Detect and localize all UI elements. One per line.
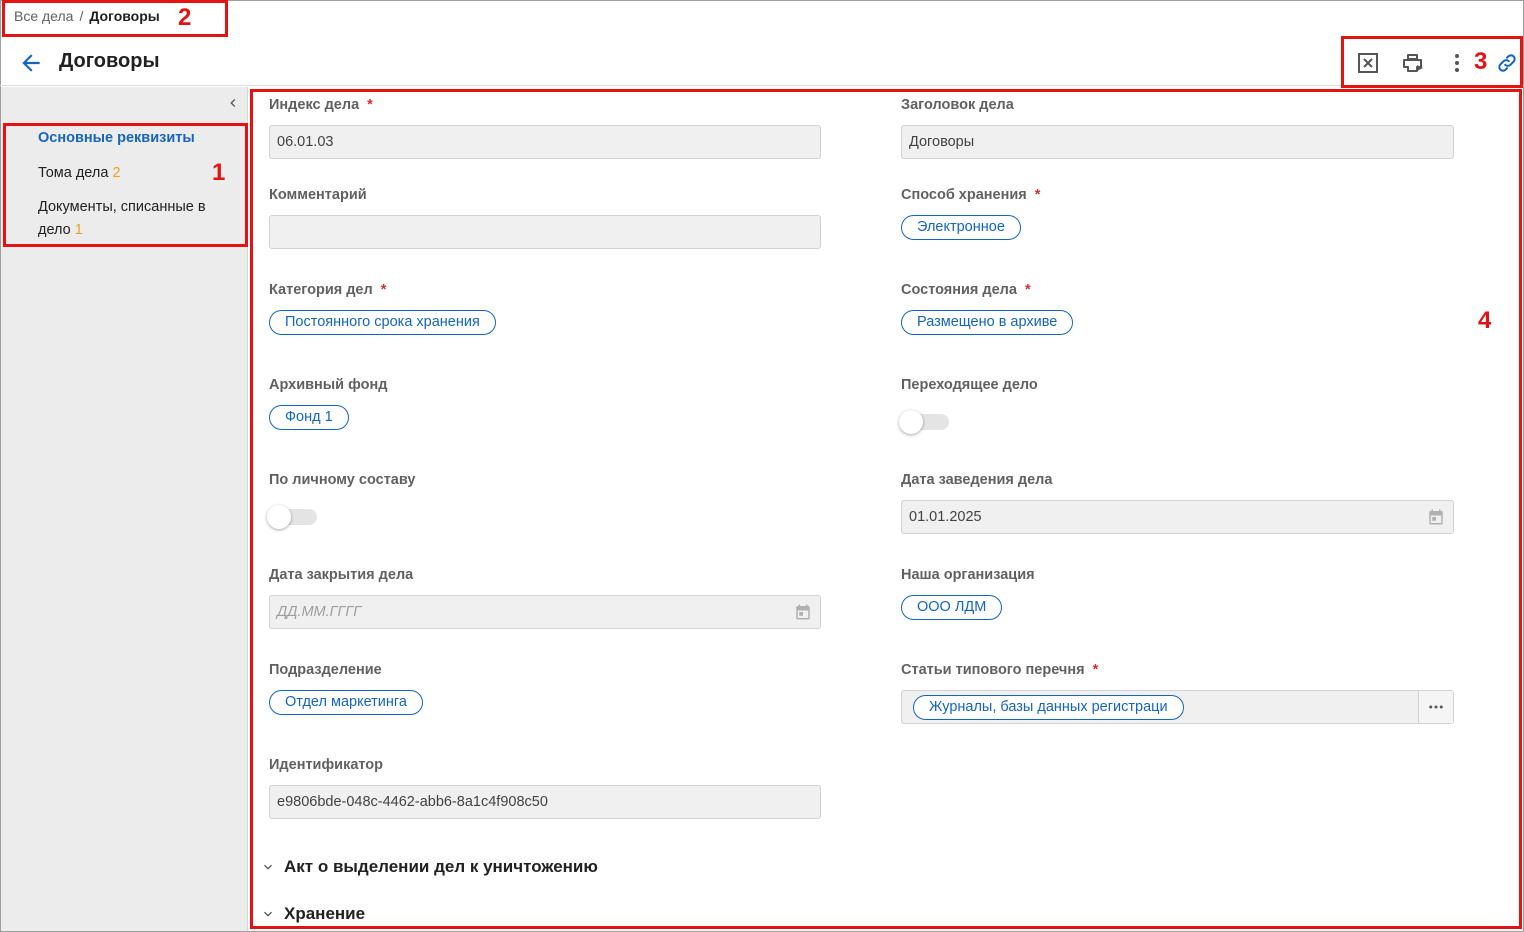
collapse-sidebar-button[interactable] (225, 95, 241, 111)
chevron-down-icon (264, 911, 272, 917)
storage-method-chip[interactable]: Электронное (901, 215, 1021, 240)
annotation-number: 4 (1478, 307, 1492, 334)
title-field[interactable]: Договоры (901, 125, 1454, 159)
department-chip[interactable]: Отдел маркетинга (269, 690, 423, 715)
more-options-button[interactable] (1444, 50, 1470, 76)
sidebar-item-volumes[interactable]: Тома дела 2 (38, 162, 238, 185)
organization-label: Наша организация (901, 567, 1035, 583)
calendar-icon[interactable] (794, 603, 812, 621)
close-date-placeholder: ДД.ММ.ГГГГ (277, 604, 362, 620)
required-mark: * (1024, 282, 1031, 298)
title-label: Заголовок дела (901, 97, 1014, 113)
sidebar-item-label: Документы, списанные в дело (38, 199, 206, 238)
sidebar-item-count: 2 (112, 165, 121, 181)
fund-label: Архивный фонд (269, 377, 388, 393)
start-date-label: Дата заведения дела (901, 472, 1053, 488)
index-label: Индекс дела * (269, 97, 373, 113)
breadcrumb: Все дела / Договоры (14, 8, 160, 24)
category-chip[interactable]: Постоянного срока хранения (269, 310, 496, 335)
breadcrumb-current: Договоры (89, 8, 160, 24)
close-date-label: Дата закрытия дела (269, 567, 414, 583)
breadcrumb-separator: / (79, 8, 84, 24)
sidebar: Основные реквизиты Тома дела 2 Документы… (1, 87, 248, 931)
close-date-field[interactable]: ДД.ММ.ГГГГ (269, 595, 821, 629)
print-preview-icon (1403, 54, 1423, 72)
required-mark: * (1034, 187, 1041, 203)
start-date-field[interactable]: 01.01.2025 (901, 500, 1454, 534)
storage-method-label: Способ хранения * (901, 187, 1041, 203)
articles-chip[interactable]: Журналы, базы данных регистраци (913, 695, 1184, 720)
annotation-number: 1 (212, 159, 226, 186)
organization-chip[interactable]: ООО ЛДМ (901, 595, 1003, 620)
annotation-number: 3 (1474, 48, 1488, 75)
department-label: Подразделение (269, 662, 382, 678)
section-label: Акт о выделении дел к уничтожению (284, 857, 598, 876)
arrow-left-icon (22, 54, 40, 72)
section-label: Хранение (284, 904, 366, 923)
sidebar-item-documents[interactable]: Документы, списанные в дело 1 (38, 196, 228, 242)
sidebar-item-label: Основные реквизиты (38, 130, 195, 146)
annotation-number: 2 (178, 4, 192, 31)
identifier-label: Идентификатор (269, 757, 384, 773)
chevron-down-icon (264, 864, 272, 870)
comment-label: Комментарий (269, 187, 367, 203)
personnel-toggle[interactable] (267, 505, 317, 529)
state-label: Состояния дела * (901, 282, 1031, 298)
articles-field[interactable]: Журналы, базы данных регистраци (901, 690, 1454, 724)
identifier-field[interactable]: e9806bde-048c-4462-abb6-8a1c4f908c50 (269, 785, 821, 819)
category-label: Категория дел * (269, 282, 387, 298)
fund-chip[interactable]: Фонд 1 (269, 405, 349, 430)
section-storage[interactable]: Хранение (260, 904, 365, 924)
required-mark: * (1092, 662, 1099, 678)
sidebar-item-count: 1 (74, 222, 83, 238)
transitional-label: Переходящее дело (901, 377, 1038, 393)
page-header: Договоры (0, 38, 1524, 86)
more-vert-icon (1455, 54, 1459, 72)
sidebar-item-label: Тома дела (38, 165, 109, 181)
link-icon (1498, 54, 1516, 72)
excel-export-button[interactable] (1355, 50, 1381, 76)
breadcrumb-root-link[interactable]: Все дела (14, 8, 73, 24)
required-mark: * (367, 97, 373, 113)
calendar-icon[interactable] (1427, 508, 1445, 526)
sidebar-item-main-details[interactable]: Основные реквизиты (38, 127, 238, 150)
articles-picker-button[interactable] (1418, 691, 1453, 723)
section-destruction-act[interactable]: Акт о выделении дел к уничтожению (260, 857, 598, 877)
comment-field[interactable] (269, 215, 821, 249)
chevron-left-icon (230, 99, 236, 107)
page-title: Договоры (59, 50, 160, 72)
state-chip[interactable]: Размещено в архиве (901, 310, 1074, 335)
more-horiz-icon (1429, 705, 1443, 709)
index-field[interactable]: 06.01.03 (269, 125, 821, 159)
excel-export-icon (1358, 53, 1378, 73)
personnel-label: По личному составу (269, 472, 416, 488)
copy-link-button[interactable] (1494, 50, 1520, 76)
start-date-value: 01.01.2025 (909, 509, 982, 525)
print-preview-button[interactable] (1400, 50, 1426, 76)
articles-label: Статьи типового перечня * (901, 662, 1099, 678)
back-button[interactable] (18, 50, 44, 76)
transitional-toggle[interactable] (899, 410, 949, 434)
required-mark: * (380, 282, 387, 298)
